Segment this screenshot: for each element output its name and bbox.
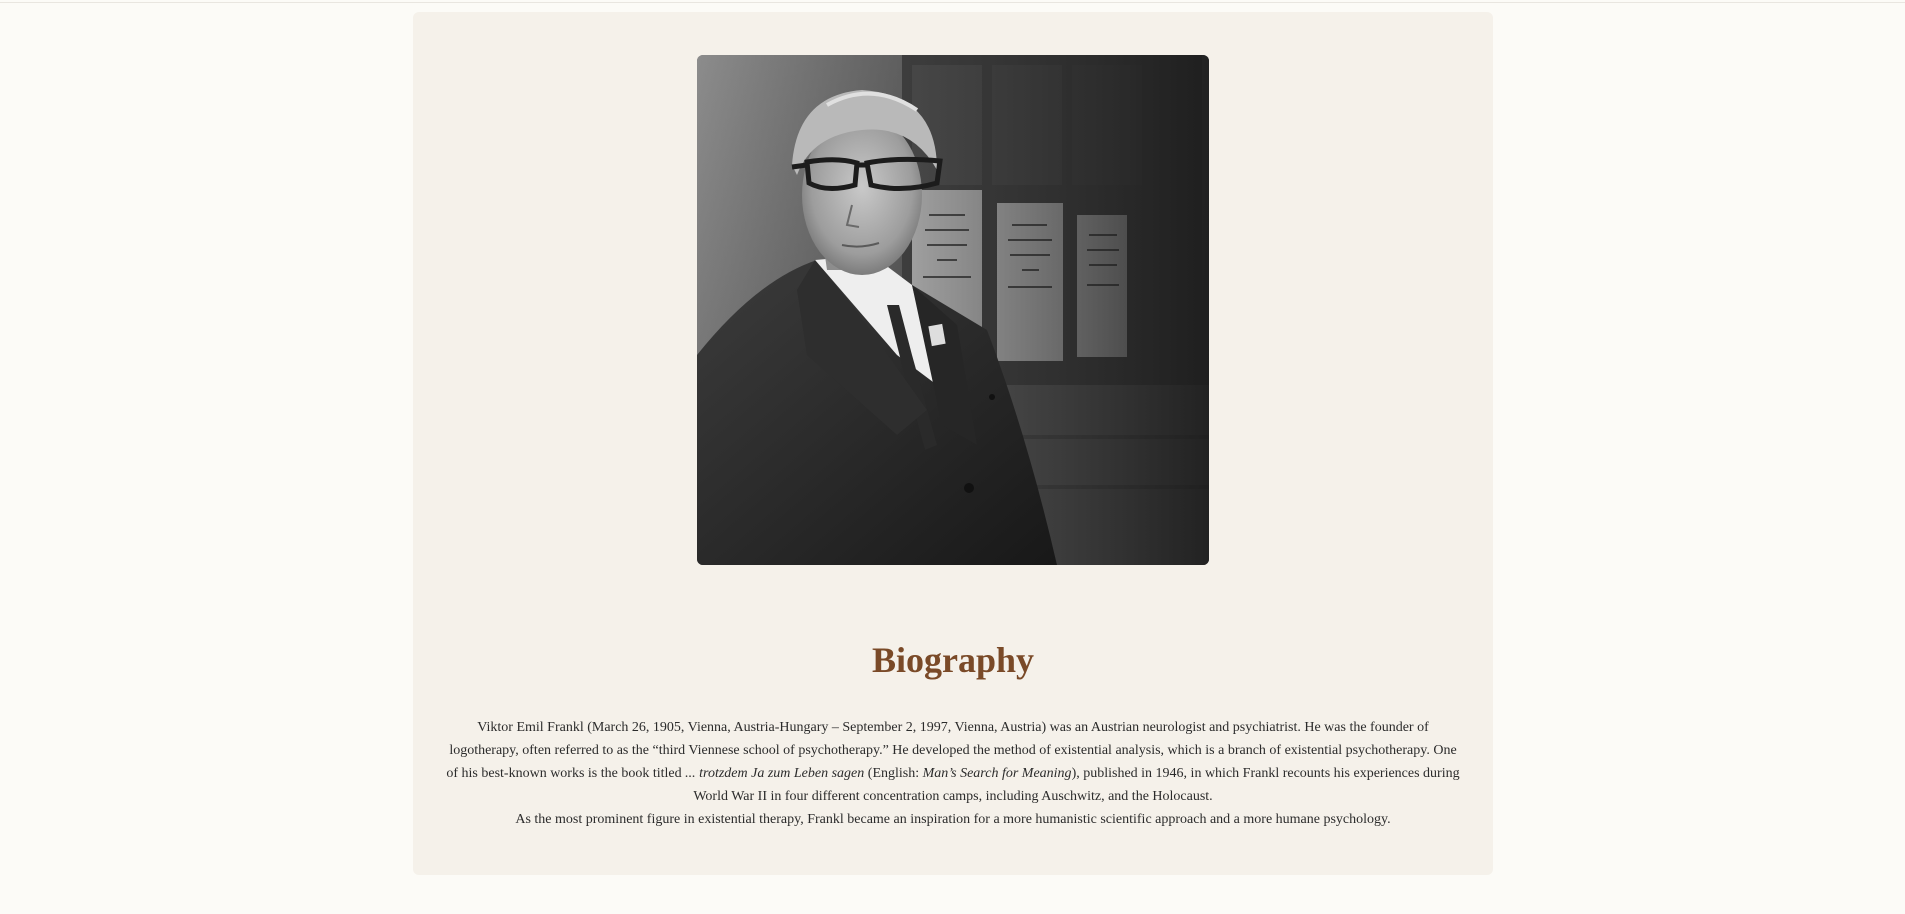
bio-text-part-2: (English: [864,766,923,781]
portrait-photo [697,55,1209,565]
biography-paragraph-1: Viktor Emil Frankl (March 26, 1905, Vien… [443,716,1463,808]
biography-card: Biography Viktor Emil Frankl (March 26, … [413,12,1493,875]
biography-paragraph-2: As the most prominent figure in existent… [515,812,1391,827]
biography-text: Viktor Emil Frankl (March 26, 1905, Vien… [443,716,1463,831]
book-title-german: ... trotzdem Ja zum Leben sagen [685,766,865,781]
book-title-english: Man’s Search for Meaning [922,766,1072,781]
biography-heading: Biography [871,640,1035,680]
top-divider [0,2,1905,3]
